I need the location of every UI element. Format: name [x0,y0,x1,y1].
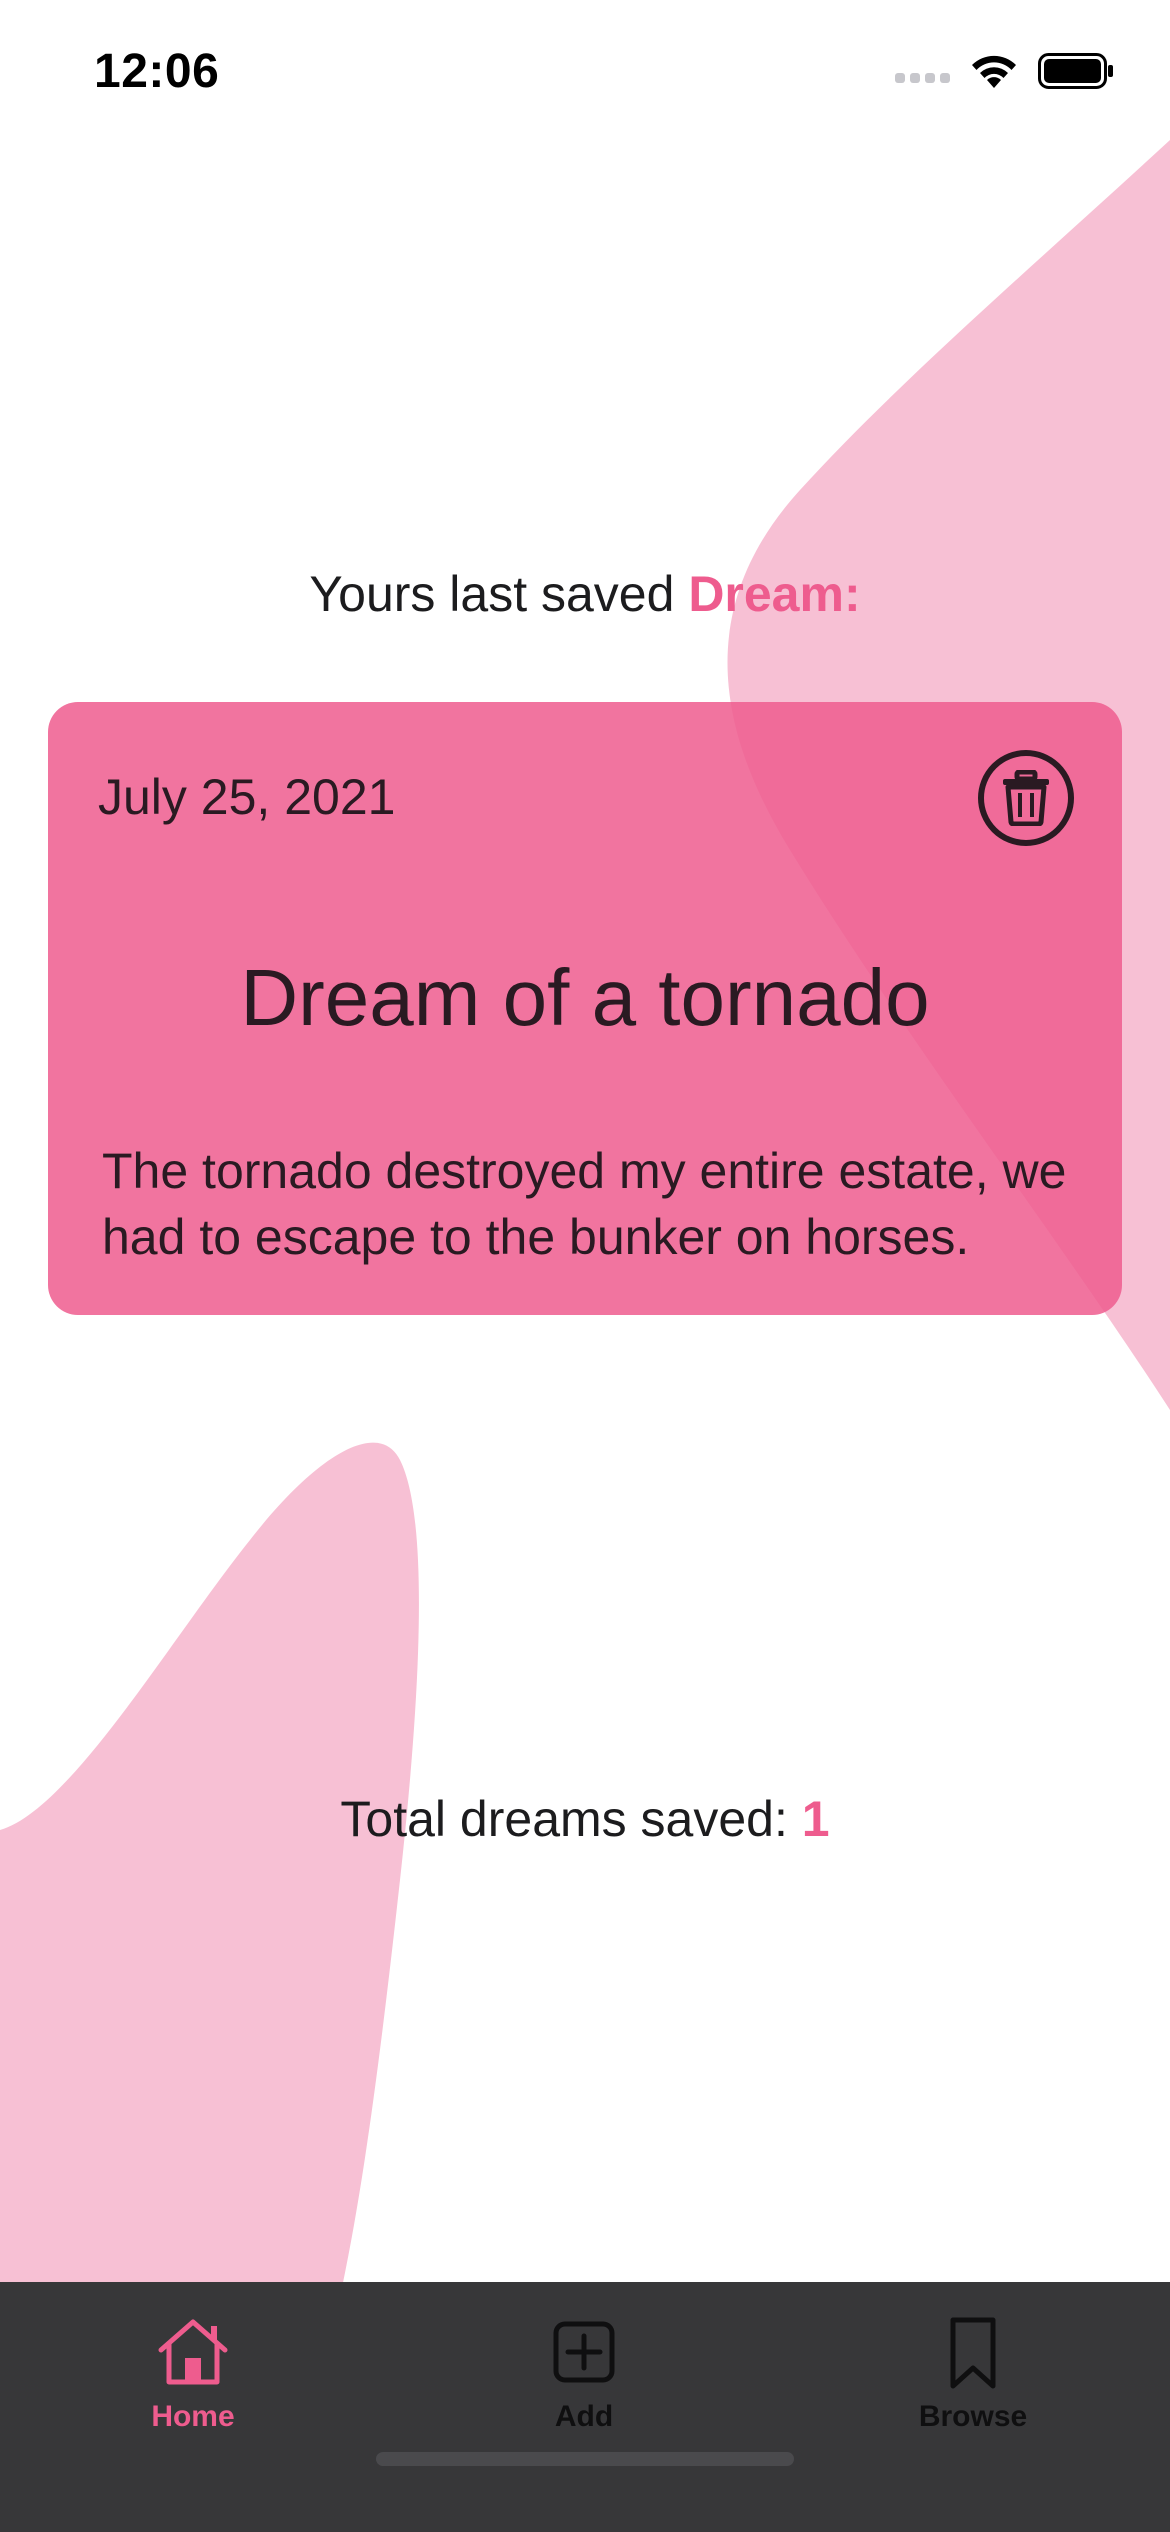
dream-date: July 25, 2021 [98,769,396,825]
status-time: 12:06 [94,45,220,98]
tab-add-label: Add [554,2400,614,2433]
trash-icon [1003,770,1049,826]
status-icons [895,52,1114,90]
dream-title: Dream of a tornado [240,953,930,1042]
tab-home[interactable]: Home [73,2312,313,2452]
dream-card[interactable]: July 25, 2021 Dream of a tornado The tor… [48,702,1122,1315]
total-label: Total dreams saved: [340,1791,802,1847]
plus-square-icon [553,2321,615,2383]
heading-accent: Dream: [688,566,861,622]
delete-button[interactable] [978,750,1074,846]
dream-description: The tornado destroyed my entire estate, … [102,1143,1067,1265]
total-count: 1 [801,1791,830,1847]
tab-add[interactable]: Add [464,2312,704,2452]
bookmark-icon [950,2317,996,2389]
heading-prefix: Yours last saved [309,566,689,622]
tab-home-label: Home [151,2400,235,2433]
last-saved-heading: Yours last saved Dream: [0,565,1170,623]
tab-browse[interactable]: Browse [853,2312,1093,2452]
signal-icon [895,73,950,83]
wifi-icon [972,55,1016,88]
tab-browse-label: Browse [918,2400,1028,2433]
bottom-left-blob [0,1442,419,2340]
battery-icon [1038,53,1113,89]
status-bar: 12:06 [0,0,1170,140]
tab-bar: Home Add Browse [0,2282,1170,2532]
total-dreams-text: Total dreams saved: 1 [0,1790,1170,1848]
home-indicator[interactable] [376,2452,794,2466]
home-icon [158,2319,228,2385]
